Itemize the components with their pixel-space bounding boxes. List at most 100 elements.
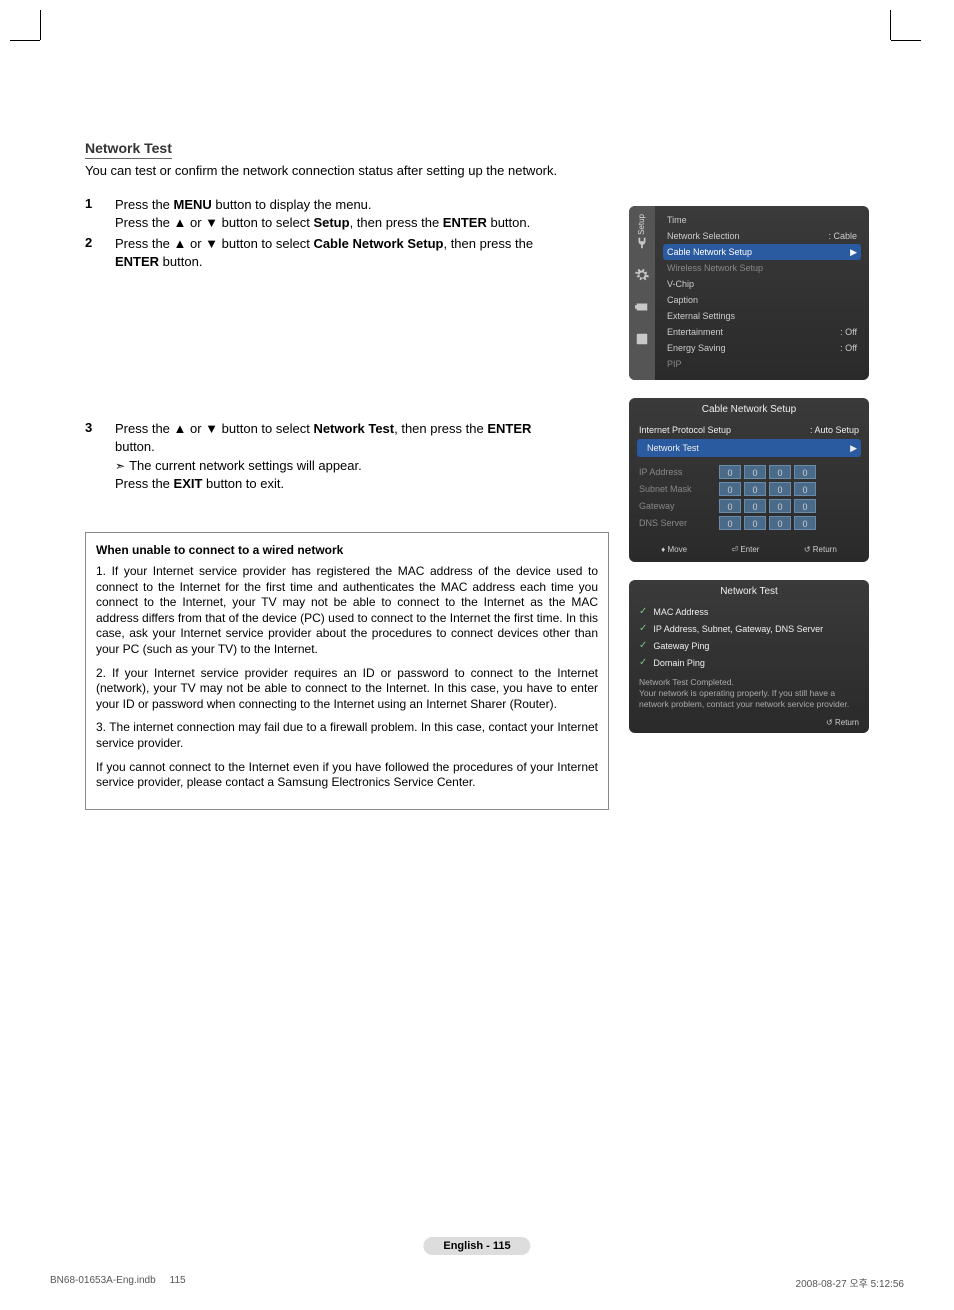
osd-title: Network Test <box>629 580 869 603</box>
text: button. <box>159 254 202 269</box>
check-icon: ✓ <box>639 657 647 668</box>
value: : Cable <box>828 231 857 241</box>
menu-item-pip[interactable]: PIP <box>663 356 861 372</box>
input-icon <box>635 300 649 314</box>
label: Cable Network Setup <box>667 247 752 257</box>
menu-item-cable-network-setup[interactable]: Cable Network Setup ▶ <box>663 244 861 260</box>
note-arrow-icon: ➣ <box>115 458 125 474</box>
troubleshoot-box: When unable to connect to a wired networ… <box>85 532 609 809</box>
menu-item-caption[interactable]: Caption <box>663 292 861 308</box>
text-bold: MENU <box>174 197 212 212</box>
label: Entertainment <box>667 327 723 337</box>
box-item-2: 2. If your Internet service provider req… <box>96 666 598 713</box>
doc-page: 115 <box>170 1275 186 1290</box>
crop-mark <box>890 10 891 40</box>
label: DNS Server <box>639 518 719 528</box>
step-1: 1 Press the MENU button to display the m… <box>85 196 609 231</box>
page-number-footer: English - 115 <box>423 1237 530 1255</box>
label: V-Chip <box>667 279 694 289</box>
test-result-message: Network Test Completed. Your network is … <box>629 671 869 716</box>
text: Press the <box>115 476 174 491</box>
crop-mark <box>40 10 41 40</box>
label: Network Selection <box>667 231 740 241</box>
label: Caption <box>667 295 698 305</box>
text: button. <box>115 439 155 454</box>
menu-item-external-settings[interactable]: External Settings <box>663 308 861 324</box>
text-bold: Cable Network Setup <box>313 236 443 251</box>
menu-item-network-test[interactable]: Network Test▶ <box>637 439 861 457</box>
osd-cable-network-setup: Cable Network Setup Internet Protocol Se… <box>629 398 869 562</box>
label: PIP <box>667 359 682 369</box>
crop-mark <box>891 40 921 41</box>
text: Press the <box>115 197 174 212</box>
osd-tab-label: Setup <box>637 214 646 235</box>
ip-cell: 0 <box>769 465 791 479</box>
ip-cell: 0 <box>719 482 741 496</box>
text: , then press the <box>443 236 533 251</box>
ip-cell: 0 <box>744 482 766 496</box>
chevron-right-icon: ▶ <box>850 443 857 454</box>
ip-cell: 0 <box>794 499 816 513</box>
ip-cell: 0 <box>769 482 791 496</box>
label: Move <box>667 545 687 554</box>
text-bold: Network Test <box>313 421 394 436</box>
label: Domain Ping <box>653 658 705 668</box>
menu-item-energy-saving[interactable]: Energy Saving: Off <box>663 340 861 356</box>
ip-cell: 0 <box>719 465 741 479</box>
menu-item-vchip[interactable]: V-Chip <box>663 276 861 292</box>
text-bold: ENTER <box>487 421 531 436</box>
box-item-1: 1. If your Internet service provider has… <box>96 564 598 658</box>
crop-mark <box>10 40 40 41</box>
value: : Auto Setup <box>810 425 859 435</box>
menu-item-entertainment[interactable]: Entertainment: Off <box>663 324 861 340</box>
check-icon: ✓ <box>639 606 647 617</box>
ip-cell: 0 <box>769 499 791 513</box>
plug-icon <box>635 236 649 250</box>
step-number: 2 <box>85 235 115 270</box>
value: : Off <box>840 343 857 353</box>
menu-item-network-selection[interactable]: Network Selection : Cable <box>663 228 861 244</box>
test-item-gateway-ping: ✓Gateway Ping <box>629 637 869 654</box>
check-icon: ✓ <box>639 623 647 634</box>
label: Subnet Mask <box>639 484 719 494</box>
test-item-mac: ✓MAC Address <box>629 603 869 620</box>
osd-setup-menu: Setup Time Network Selection : Cable Cabl… <box>629 206 869 380</box>
chevron-right-icon: ▶ <box>850 247 857 258</box>
osd-footer: ↺ Return <box>629 716 869 729</box>
text: , then press the <box>350 215 443 230</box>
gear-icon <box>635 268 649 282</box>
label: Enter <box>740 545 759 554</box>
ip-cell: 0 <box>794 465 816 479</box>
gateway-row: Gateway 0 0 0 0 <box>639 499 859 513</box>
ip-address-row: IP Address 0 0 0 0 <box>639 465 859 479</box>
box-footer: If you cannot connect to the Internet ev… <box>96 760 598 791</box>
test-item-ip: ✓IP Address, Subnet, Gateway, DNS Server <box>629 620 869 637</box>
menu-item-time[interactable]: Time <box>663 212 861 228</box>
dns-server-row: DNS Server 0 0 0 0 <box>639 516 859 530</box>
enter-hint: ⏎ Enter <box>731 545 759 554</box>
label: Return <box>813 545 837 554</box>
move-hint: ♦ Move <box>661 545 687 554</box>
label: Internet Protocol Setup <box>639 425 731 435</box>
text: button. <box>487 215 530 230</box>
subnet-mask-row: Subnet Mask 0 0 0 0 <box>639 482 859 496</box>
step-text: Press the MENU button to display the men… <box>115 196 530 231</box>
step-2: 2 Press the ▲ or ▼ button to select Cabl… <box>85 235 609 270</box>
step-text: Press the ▲ or ▼ button to select Cable … <box>115 235 533 270</box>
label: External Settings <box>667 311 735 321</box>
ip-cell: 0 <box>794 482 816 496</box>
ip-cell: 0 <box>744 465 766 479</box>
menu-item-wireless-network-setup[interactable]: Wireless Network Setup <box>663 260 861 276</box>
label: IP Address <box>639 467 719 477</box>
test-item-domain-ping: ✓ Domain Ping <box>629 654 869 671</box>
menu-item-internet-protocol-setup[interactable]: Internet Protocol Setup : Auto Setup <box>629 421 869 439</box>
step-number: 1 <box>85 196 115 231</box>
ip-cell: 0 <box>719 516 741 530</box>
text: If your Internet service provider requir… <box>96 666 598 711</box>
osd-footer: ♦ Move ⏎ Enter ↺ Return <box>629 541 869 558</box>
ip-cell: 0 <box>744 499 766 513</box>
text-bold: EXIT <box>174 476 203 491</box>
section-intro: You can test or confirm the network conn… <box>85 163 869 178</box>
text: If your Internet service provider has re… <box>96 564 598 656</box>
note-text: The current network settings will appear… <box>129 457 362 475</box>
